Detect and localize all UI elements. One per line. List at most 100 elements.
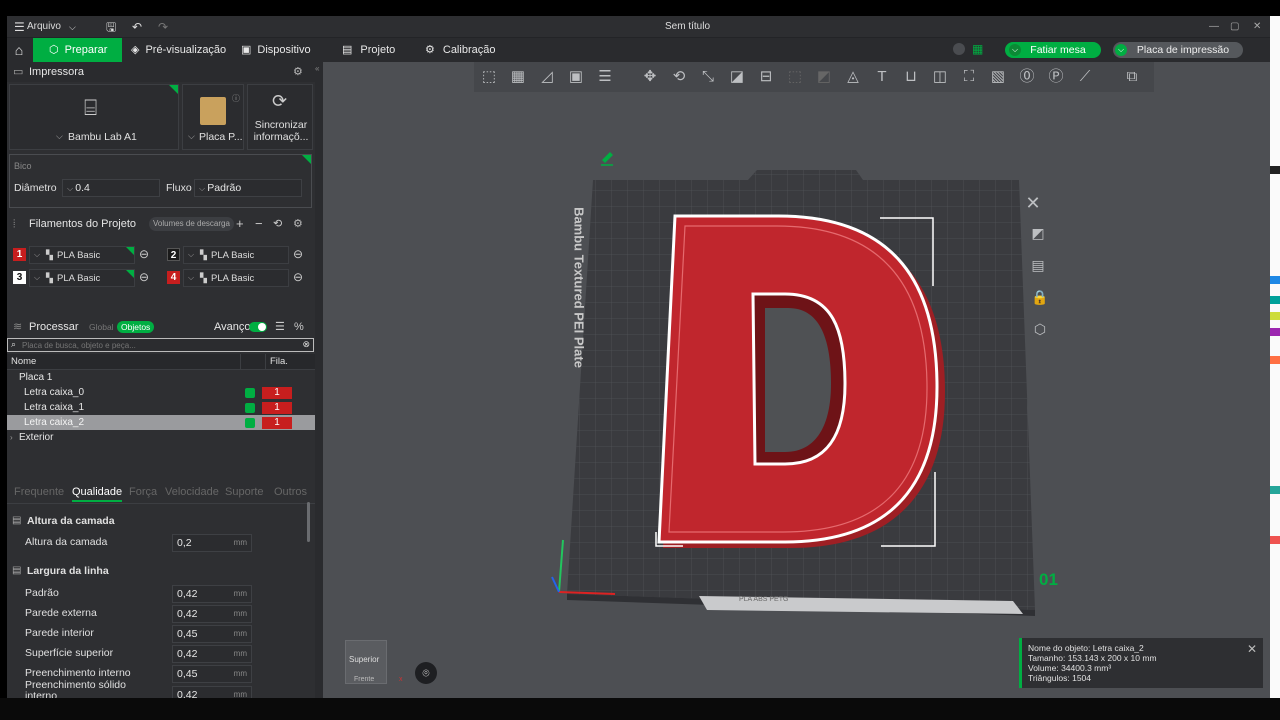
tab-others[interactable]: Outros xyxy=(274,486,307,498)
printer-selector[interactable]: ⌸ ⌵ Bambu Lab A1 xyxy=(9,84,179,150)
object-filament-badge[interactable]: 1 xyxy=(262,417,292,429)
tab-frequent[interactable]: Frequente xyxy=(14,486,64,498)
hamburger-icon[interactable]: ☰ xyxy=(14,16,25,38)
flow-select[interactable]: ⌵ Padrão xyxy=(194,179,302,197)
undo-icon[interactable]: ↶ xyxy=(132,16,142,38)
chevron-down-icon[interactable]: ⌵ xyxy=(69,16,76,38)
slice-plate-button[interactable]: ⌵ Fatiar mesa xyxy=(1005,42,1101,58)
tab-preview[interactable]: ◈ Pré-visualização xyxy=(127,38,226,62)
tab-support[interactable]: Suporte xyxy=(225,486,264,498)
add-icon[interactable]: + xyxy=(236,214,244,234)
lock-icon[interactable]: 🔒 xyxy=(1027,286,1053,312)
line-width-label: Parede interior xyxy=(25,627,94,639)
table-row-selected[interactable]: Letra caixa_2 1 xyxy=(7,415,315,430)
tab-project[interactable]: ▤ Projeto xyxy=(338,38,395,62)
minimize-icon[interactable]: — xyxy=(1209,16,1219,38)
objects-toggle[interactable]: Objetos xyxy=(117,321,155,333)
objects-table-header: Nome Fila. xyxy=(7,354,315,370)
sync-filament-icon[interactable]: ⟲ xyxy=(273,214,282,234)
list-icon[interactable]: ☰ xyxy=(275,317,285,337)
home-icon[interactable]: ⌂ xyxy=(7,38,31,62)
build-plate-scene[interactable] xyxy=(323,62,1270,698)
filament-select[interactable]: ⌵ ▚ PLA Basic xyxy=(183,269,289,287)
checkbox-checked-icon[interactable] xyxy=(245,388,255,398)
plate-row[interactable]: Placa 1 xyxy=(7,370,315,385)
object-filament-badge[interactable]: 1 xyxy=(262,402,292,414)
line-width-input[interactable]: 0,45 mm xyxy=(172,625,252,643)
gear-icon[interactable]: ⚙ xyxy=(293,62,303,82)
3d-viewport[interactable]: ⬚ ▦ ◿ ▣ ☰ ✥ ⟲ ⤡ ◪ ⊟ ⬚ ◩ ◬ T ⊔ ◫ ⛶ ▧ ⓪ Ⓟ … xyxy=(323,62,1270,698)
table-row[interactable]: Letra caixa_1 1 xyxy=(7,400,315,415)
remove-filament-icon[interactable]: ⊖ xyxy=(293,270,303,284)
close-icon[interactable]: ✕ xyxy=(1253,16,1261,38)
filament-select[interactable]: ⌵ ▚ PLA Basic xyxy=(29,246,135,264)
plate-settings-icon[interactable]: ⬡ xyxy=(1027,318,1053,344)
checkbox-checked-icon[interactable] xyxy=(245,418,255,428)
axis-z xyxy=(558,539,564,593)
arrange-plate-icon[interactable]: ◩ xyxy=(1025,222,1051,248)
slice-plate-label: Fatiar mesa xyxy=(1030,44,1086,56)
tab-calibration[interactable]: ⚙ Calibração xyxy=(421,38,495,62)
search-input[interactable] xyxy=(22,339,292,351)
remove-filament-icon[interactable]: ⊖ xyxy=(139,270,149,284)
line-width-input[interactable]: 0,42 mm xyxy=(172,605,252,623)
line-width-input[interactable]: 0,42 mm xyxy=(172,645,252,663)
line-width-input[interactable]: 0,45 mm xyxy=(172,665,252,683)
group-icon: ▤ xyxy=(12,565,22,576)
print-plate-button[interactable]: ⌵ Placa de impressão xyxy=(1113,42,1243,58)
color-swatch xyxy=(1270,276,1280,284)
fit-view-icon[interactable]: ⌾ xyxy=(415,662,437,684)
search-bar[interactable]: ⌕ ⊗ xyxy=(7,338,314,352)
main-nav: ⌂ ⬡ Preparar ◈ Pré-visualização ▣ Dispositi… xyxy=(7,38,1270,62)
edit-plate-icon[interactable] xyxy=(601,152,613,166)
advanced-switch[interactable] xyxy=(249,322,267,332)
filament-select[interactable]: ⌵ ▚ PLA Basic xyxy=(183,246,289,264)
orient-plate-icon[interactable]: ▤ xyxy=(1025,254,1051,280)
tab-strength[interactable]: Força xyxy=(129,486,157,498)
sync-button[interactable]: ⟳ Sincronizar informaçõ... xyxy=(247,84,313,150)
sidebar: ▭ Impressora ⚙ ⌸ ⌵ Bambu Lab A1 ⓘ ⌵ Plac… xyxy=(7,62,315,698)
flush-volumes-button[interactable]: Volumes de descarga xyxy=(149,217,234,231)
gear-icon[interactable]: ⚙ xyxy=(293,214,303,234)
global-toggle[interactable]: Global xyxy=(89,317,114,337)
table-row[interactable]: Letra caixa_0 1 xyxy=(7,385,315,400)
view-cube[interactable]: Superior Frente xyxy=(345,640,387,684)
remove-filament-icon[interactable]: ⊖ xyxy=(293,247,303,261)
object-filament-badge[interactable]: 1 xyxy=(262,387,292,399)
redo-icon[interactable]: ↷ xyxy=(158,16,168,38)
tab-prepare[interactable]: ⬡ Preparar xyxy=(33,38,122,62)
panel-splitter[interactable]: « xyxy=(315,62,323,698)
delete-plate-icon[interactable]: ✕ xyxy=(1020,192,1046,218)
percent-icon[interactable]: % xyxy=(294,317,304,337)
close-info-icon[interactable]: ✕ xyxy=(1247,642,1257,656)
layer-height-input[interactable]: 0,2 mm xyxy=(172,534,252,552)
tab-speed[interactable]: Velocidade xyxy=(165,486,219,498)
exterior-row[interactable]: › Exterior xyxy=(7,430,315,445)
line-width-input[interactable]: 0,42 mm xyxy=(172,585,252,603)
flow-label: Fluxo xyxy=(166,182,192,194)
file-menu[interactable]: Arquivo xyxy=(27,16,61,38)
collapse-icon[interactable]: « xyxy=(315,64,319,73)
window-title: Sem título xyxy=(665,21,711,32)
tab-device[interactable]: ▣ Dispositivo xyxy=(237,38,311,62)
remove-filament-icon[interactable]: ⊖ xyxy=(139,247,149,261)
remove-icon[interactable]: − xyxy=(255,214,263,234)
settings-scrollbar[interactable] xyxy=(307,502,310,542)
model-letter-d[interactable] xyxy=(657,214,945,548)
sync-icon: ⟳ xyxy=(272,91,288,111)
tab-quality[interactable]: Qualidade xyxy=(72,486,123,502)
clear-search-icon[interactable]: ⊗ xyxy=(302,339,310,350)
line-width-value: 0,45 xyxy=(177,628,198,640)
chevron-down-icon: ⌵ xyxy=(34,250,41,259)
view-cube-axis-x: x xyxy=(399,676,403,683)
diameter-select[interactable]: ⌵ 0.4 xyxy=(62,179,160,197)
line-width-input[interactable]: 0,42 mm xyxy=(172,686,252,698)
unit-label: mm xyxy=(233,538,247,547)
export-icon[interactable]: ▦ xyxy=(972,42,983,56)
save-icon[interactable]: 🖫 xyxy=(106,16,116,38)
info-icon[interactable]: ⓘ xyxy=(232,93,240,104)
plate-selector[interactable]: ⓘ ⌵ Placa P... xyxy=(182,84,244,150)
checkbox-checked-icon[interactable] xyxy=(245,403,255,413)
filament-select[interactable]: ⌵ ▚ PLA Basic xyxy=(29,269,135,287)
maximize-icon[interactable]: ▢ xyxy=(1230,16,1239,38)
